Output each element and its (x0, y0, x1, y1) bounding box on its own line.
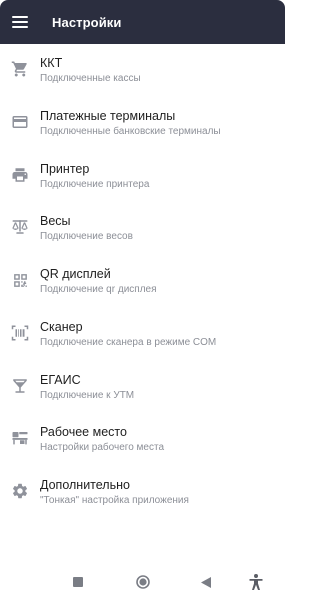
settings-item-title: Весы (40, 214, 71, 229)
settings-item-subtitle: Подключение сканера в режиме COM (40, 336, 217, 348)
scales-icon (10, 217, 30, 237)
settings-item-egais[interactable]: ЕГАИС Подключение к УТМ (0, 361, 285, 414)
printer-icon (10, 165, 30, 185)
accessibility-button[interactable] (246, 572, 266, 592)
app-bar: Настройки (0, 0, 285, 44)
page-title: Настройки (52, 14, 122, 30)
credit-card-icon (10, 112, 30, 132)
gear-icon (10, 481, 30, 501)
home-icon (136, 575, 150, 589)
back-icon (201, 576, 211, 588)
settings-item-title: Дополнительно (40, 478, 130, 492)
settings-item-title: QR дисплей (40, 267, 111, 281)
settings-item-subtitle: "Тонкая" настройка приложения (40, 495, 189, 506)
home-button[interactable] (133, 572, 153, 592)
settings-item-title: Платежные терминалы (40, 108, 176, 123)
settings-item-subtitle: Подключенные кассы (40, 73, 141, 84)
recent-apps-icon (73, 577, 83, 587)
settings-screen: Настройки ККТ Подключенные кассы Платежн… (0, 0, 285, 600)
settings-item-kkt[interactable]: ККТ Подключенные кассы (0, 44, 285, 97)
back-button[interactable] (196, 572, 216, 592)
barcode-scanner-icon (10, 323, 30, 343)
settings-item-title: Рабочее место (40, 425, 127, 440)
settings-item-title: Сканер (40, 319, 83, 334)
menu-button[interactable] (0, 0, 40, 44)
settings-item-subtitle: Подключенные банковские терминалы (40, 125, 221, 137)
settings-item-title: ККТ (40, 56, 63, 70)
settings-item-subtitle: Настройки рабочего места (40, 442, 165, 454)
settings-item-qr-display[interactable]: QR дисплей Подключение qr дисплея (0, 255, 285, 308)
system-nav-bar (0, 564, 285, 600)
recent-apps-button[interactable] (68, 572, 88, 592)
cart-icon (10, 59, 30, 79)
settings-item-scales[interactable]: Весы Подключение весов (0, 202, 285, 255)
settings-item-workplace[interactable]: Рабочее место Настройки рабочего места (0, 413, 285, 466)
settings-item-subtitle: Подключение к УТМ (40, 389, 135, 401)
settings-item-subtitle: Подключение qr дисплея (40, 284, 157, 295)
accessibility-icon (249, 574, 263, 590)
settings-item-scanner[interactable]: Сканер Подключение сканера в режиме COM (0, 308, 285, 361)
settings-list: ККТ Подключенные кассы Платежные термина… (0, 44, 285, 519)
settings-item-title: Принтер (40, 161, 90, 176)
glass-icon (10, 376, 30, 396)
settings-item-subtitle: Подключение весов (40, 231, 133, 243)
settings-item-advanced[interactable]: Дополнительно "Тонкая" настройка приложе… (0, 466, 285, 519)
settings-item-subtitle: Подключение принтера (40, 178, 150, 190)
settings-item-payment-terminals[interactable]: Платежные терминалы Подключенные банковс… (0, 97, 285, 150)
workplace-icon (10, 428, 30, 448)
qr-code-icon (10, 270, 30, 290)
settings-item-printer[interactable]: Принтер Подключение принтера (0, 150, 285, 203)
menu-icon (12, 16, 28, 28)
settings-item-title: ЕГАИС (40, 372, 81, 387)
